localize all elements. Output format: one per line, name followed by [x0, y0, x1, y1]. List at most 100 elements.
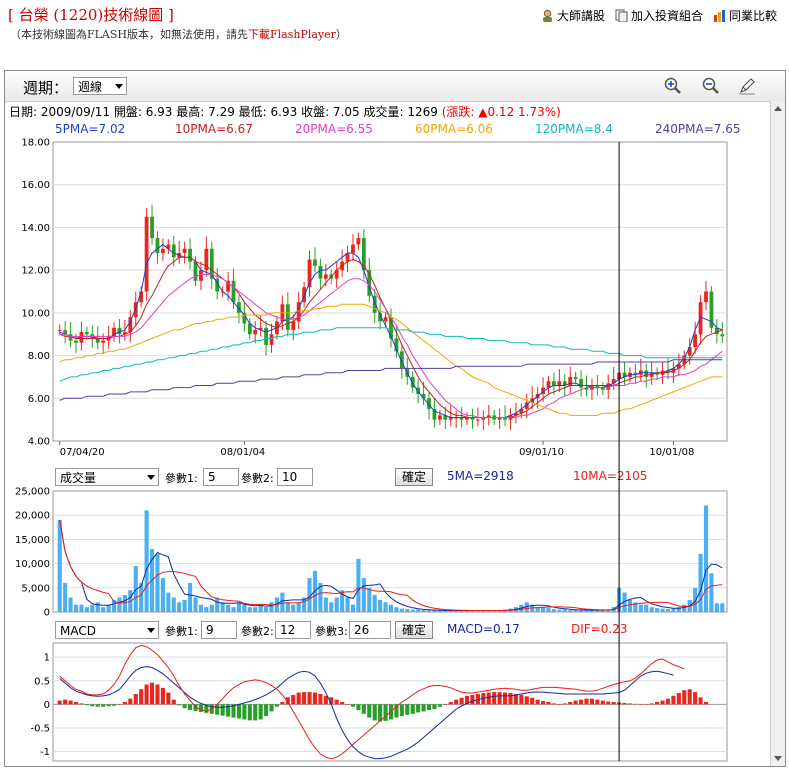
volume-bar — [90, 604, 95, 612]
candle-body — [704, 291, 708, 303]
osc-bar — [551, 703, 556, 705]
candle-body — [199, 270, 203, 281]
osc-bar — [649, 703, 654, 705]
price-y-tick: 4.00 — [28, 437, 50, 448]
candle-body — [269, 334, 274, 345]
volume-bar — [426, 610, 432, 612]
volume-bar — [166, 592, 171, 612]
osc-bar — [334, 699, 339, 705]
osc-bar — [579, 699, 584, 705]
volume-bar — [231, 607, 236, 612]
osc-bar — [655, 702, 660, 705]
ma-line-240PMA — [59, 359, 723, 401]
osc-bar — [573, 700, 578, 705]
osc-bar — [606, 701, 611, 705]
volume-bar — [546, 608, 551, 612]
volume-bar — [101, 607, 106, 612]
volume-bar — [655, 608, 660, 612]
volume-bar — [247, 607, 252, 612]
candle-body — [188, 248, 192, 262]
osc-bar — [90, 704, 95, 707]
osc-bar — [63, 699, 68, 705]
volume-bar — [334, 597, 339, 612]
osc-bar — [421, 704, 426, 712]
volume-bar — [215, 597, 220, 612]
osc-bar — [671, 695, 676, 705]
osc-bar — [318, 693, 323, 705]
osc-bar — [459, 697, 464, 705]
candle-body — [84, 332, 89, 335]
volume-bar — [698, 553, 703, 612]
candle-body — [475, 419, 480, 421]
candle-body — [285, 304, 290, 330]
download-flash-link[interactable]: 下載FlashPlayer — [248, 28, 336, 41]
volume-bar — [660, 608, 665, 612]
osc-bar — [568, 702, 573, 705]
osc-bar — [367, 704, 372, 718]
osc-bar — [307, 692, 312, 705]
candle-body — [693, 334, 698, 348]
osc-bar — [693, 692, 698, 705]
osc-bar — [171, 699, 176, 705]
price-x-tick-label: 08/01/04 — [220, 447, 265, 458]
osc-bar — [253, 704, 258, 721]
volume-bar — [649, 607, 654, 612]
osc-bar — [492, 692, 497, 705]
candle-body — [171, 244, 176, 258]
volume-bar — [372, 595, 377, 612]
page-title: [ 台榮 (1220)技術線圖 ] — [8, 6, 174, 24]
osc-bar — [68, 700, 73, 705]
scroll-down-icon[interactable] — [774, 756, 782, 761]
osc-bar — [166, 692, 171, 705]
volume-bar — [187, 582, 193, 612]
volume-bar — [568, 610, 573, 612]
scroll-up-icon[interactable] — [774, 106, 782, 111]
osc-bar — [101, 704, 106, 707]
osc-bar — [247, 704, 252, 721]
osc-bar — [220, 704, 225, 716]
candle-body — [552, 381, 556, 386]
osc-bar — [155, 684, 160, 705]
osc-bar — [703, 702, 709, 705]
candle-body — [557, 381, 562, 386]
candle-body — [57, 329, 62, 331]
volume-bar — [177, 602, 182, 612]
osc-bar — [437, 704, 442, 707]
osc-bar — [665, 698, 671, 705]
volume-bar — [193, 597, 198, 612]
osc-bar — [676, 693, 681, 705]
osc-bar — [79, 703, 84, 705]
volume-bar — [323, 597, 328, 612]
candle-body — [264, 327, 268, 345]
osc-bar — [546, 702, 551, 705]
volume-bar — [709, 573, 714, 612]
peer-compare-link[interactable]: 同業比較 — [713, 7, 777, 24]
candle-body — [437, 415, 442, 420]
osc-bar — [236, 704, 241, 719]
osc-bar — [611, 702, 616, 705]
candle-body — [95, 338, 100, 343]
macd-y-tick: 0.5 — [34, 676, 50, 687]
volume-bar — [388, 604, 394, 612]
volume-bar — [84, 607, 89, 612]
volume-bar — [155, 553, 160, 612]
volume-y-tick: 5,000 — [21, 583, 50, 594]
vertical-scrollbar[interactable] — [770, 101, 785, 766]
osc-bar — [486, 692, 491, 705]
master-talk-link[interactable]: 大師講股 — [541, 7, 605, 24]
osc-bar — [269, 704, 274, 712]
volume-bar — [378, 599, 383, 612]
chart-canvas: 18.00 16.00 14.00 12.00 10.00 8.00 6.00 4.00 07/… — [15, 138, 728, 762]
osc-bar — [106, 704, 111, 707]
master-icon — [542, 9, 552, 22]
osc-bar — [139, 689, 144, 705]
candle-body — [644, 370, 649, 377]
volume-bar — [714, 603, 719, 612]
volume-bar — [356, 558, 361, 612]
volume-bar — [79, 604, 84, 612]
osc-bar — [562, 703, 567, 705]
macd-y-tick: 0 — [44, 700, 50, 711]
add-portfolio-link[interactable]: 加入投資組合 — [615, 7, 703, 24]
osc-bar — [160, 687, 165, 705]
volume-bar — [399, 608, 404, 612]
